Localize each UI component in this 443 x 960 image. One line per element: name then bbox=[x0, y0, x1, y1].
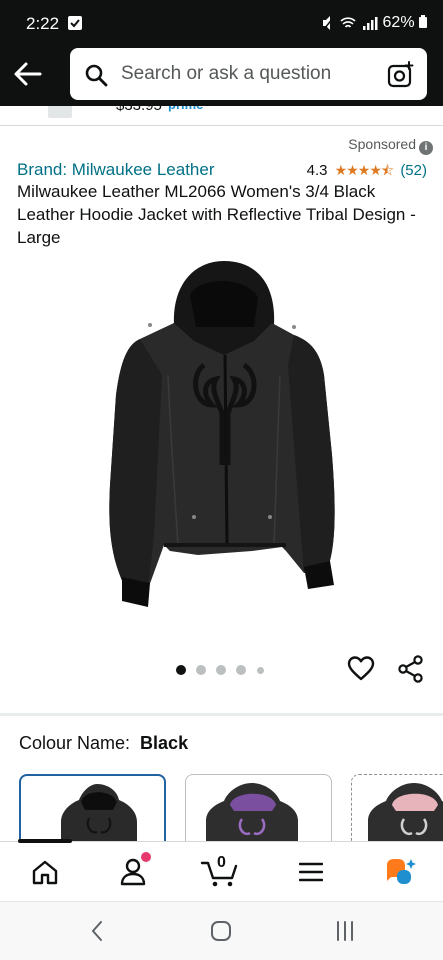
review-count: (52) bbox=[400, 162, 427, 179]
active-tab-indicator bbox=[18, 839, 72, 843]
section-divider bbox=[0, 713, 443, 716]
previous-item-price: $33.95 bbox=[116, 106, 162, 114]
system-recents-icon[interactable] bbox=[334, 920, 356, 942]
colour-value: Black bbox=[140, 733, 189, 753]
status-time: 2:22 bbox=[26, 14, 60, 33]
battery-status: 62% bbox=[383, 14, 427, 32]
info-icon[interactable]: i bbox=[419, 141, 433, 155]
system-home-icon[interactable] bbox=[210, 920, 232, 942]
pagination-dot[interactable] bbox=[196, 665, 206, 675]
colour-swatch-pink[interactable] bbox=[351, 774, 443, 844]
cart-count: 0 bbox=[217, 854, 226, 871]
camera-search-icon[interactable] bbox=[387, 61, 414, 88]
prime-badge: prime bbox=[168, 106, 203, 112]
image-pagination-dots bbox=[176, 665, 266, 677]
product-image[interactable] bbox=[104, 255, 340, 617]
previous-item-image bbox=[48, 106, 72, 118]
colour-label: Colour Name: bbox=[19, 733, 131, 753]
home-icon[interactable] bbox=[31, 859, 59, 885]
battery-percent: 62% bbox=[382, 14, 415, 31]
menu-icon[interactable] bbox=[299, 862, 323, 882]
product-title: Milwaukee Leather ML2066 Women's 3/4 Bla… bbox=[17, 182, 416, 247]
back-arrow-icon[interactable] bbox=[12, 59, 44, 89]
mute-wifi-signal-icon bbox=[323, 16, 378, 30]
bottom-navigation: 0 bbox=[0, 839, 443, 901]
search-placeholder: Search or ask a question bbox=[121, 63, 332, 84]
rating-stars: ★★★★⯪ bbox=[334, 162, 394, 178]
battery-icon bbox=[419, 15, 427, 28]
status-icons bbox=[321, 15, 383, 34]
sponsored-text: Sponsored bbox=[348, 136, 416, 152]
system-back-icon[interactable] bbox=[90, 920, 104, 942]
system-navigation-bar bbox=[0, 901, 443, 960]
search-icon bbox=[85, 64, 108, 87]
account-icon[interactable] bbox=[119, 857, 147, 887]
notification-dot bbox=[141, 852, 151, 862]
sponsored-label[interactable]: Sponsored i bbox=[348, 136, 433, 155]
pagination-dot[interactable] bbox=[216, 665, 226, 675]
wishlist-heart-icon[interactable] bbox=[347, 655, 375, 683]
brand-link[interactable]: Brand: Milwaukee Leather bbox=[17, 160, 215, 180]
pagination-dot[interactable] bbox=[257, 667, 264, 674]
colour-selection-label: Colour Name: Black bbox=[19, 733, 188, 754]
share-icon[interactable] bbox=[398, 655, 424, 683]
pagination-dot-active[interactable] bbox=[176, 665, 186, 675]
colour-swatch-purple[interactable] bbox=[185, 774, 332, 844]
rating-value: 4.3 bbox=[306, 162, 328, 179]
pagination-dot[interactable] bbox=[236, 665, 246, 675]
search-input[interactable]: Search or ask a question bbox=[70, 48, 427, 100]
previous-item-strip[interactable]: $33.95 prime bbox=[0, 106, 443, 126]
search-header: Search or ask a question bbox=[0, 46, 443, 106]
check-icon bbox=[68, 16, 82, 30]
status-bar: 2:22 62% bbox=[0, 0, 443, 46]
colour-swatch-black[interactable] bbox=[19, 774, 166, 844]
rufus-assistant-icon[interactable] bbox=[383, 857, 417, 887]
